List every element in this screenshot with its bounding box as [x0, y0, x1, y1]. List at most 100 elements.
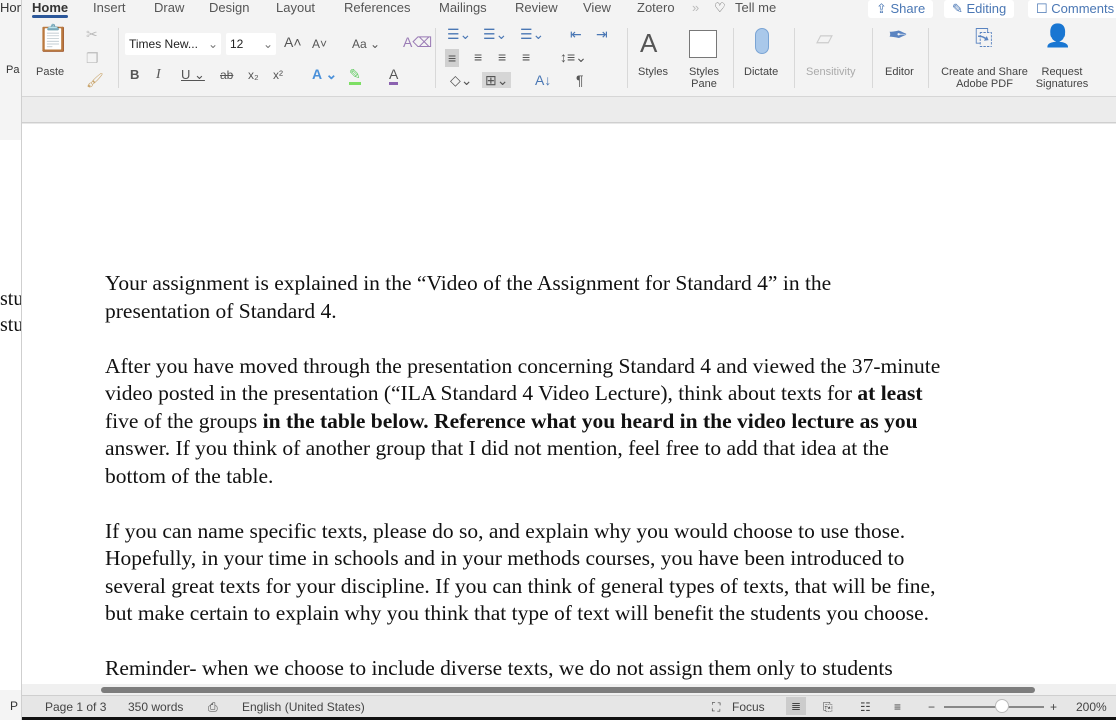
cut-icon[interactable]: ✂	[86, 26, 98, 42]
copy-icon[interactable]: ❐	[86, 50, 99, 66]
sensitivity-icon: ▱	[816, 25, 833, 50]
styles-pane-icon[interactable]	[689, 30, 717, 58]
tab-review[interactable]: Review	[515, 0, 558, 15]
text: five of the groups	[105, 408, 258, 433]
bullets-icon[interactable]: ☰⌄	[447, 26, 471, 42]
tell-me[interactable]: Tell me	[735, 0, 776, 15]
tab-mailings[interactable]: Mailings	[439, 0, 487, 15]
web-layout-icon[interactable]: ⎘	[823, 700, 833, 715]
share-label: Share	[890, 1, 926, 16]
tab-references[interactable]: References	[344, 0, 410, 15]
text-effects-icon[interactable]: A ⌄	[312, 66, 337, 82]
proofing-icon[interactable]: ⎙	[208, 700, 218, 715]
comments-button[interactable]: ☐ Comments	[1028, 0, 1116, 18]
font-name-value: Times New...	[129, 37, 198, 51]
font-size-value: 12	[230, 37, 244, 51]
focus-button[interactable]: Focus	[732, 700, 765, 714]
ribbon-tabs: Home Insert Draw Design Layout Reference…	[22, 0, 1116, 18]
italic-button[interactable]: I	[156, 67, 161, 83]
adobe-pdf-icon[interactable]: ⎘	[975, 27, 993, 49]
clear-formatting-icon[interactable]: A⌫	[403, 34, 432, 50]
underline-button[interactable]: U ⌄	[181, 67, 205, 83]
styles-label[interactable]: Styles	[638, 66, 668, 78]
paste-icon[interactable]: 📋	[37, 25, 69, 51]
align-left-button[interactable]: ≡	[445, 49, 460, 67]
request-signatures-icon[interactable]: 👤	[1044, 25, 1071, 47]
editor-icon[interactable]: ✒	[888, 24, 908, 48]
subscript-button[interactable]: x₂	[248, 67, 259, 83]
font-color-icon[interactable]: A	[389, 66, 399, 85]
print-layout-icon[interactable]: ≣	[786, 697, 807, 715]
text-line: bottom of the table.	[105, 463, 274, 488]
editor-label[interactable]: Editor	[885, 66, 914, 78]
sort-icon[interactable]: A↓	[535, 72, 551, 88]
line-spacing-icon[interactable]: ↕≡⌄	[560, 49, 587, 65]
microphone-icon[interactable]	[755, 28, 769, 54]
grow-font-icon[interactable]: A˄	[284, 34, 302, 50]
language[interactable]: English (United States)	[242, 700, 365, 714]
draft-icon[interactable]: ≡	[894, 700, 901, 714]
justify-button[interactable]: ≡	[522, 49, 530, 65]
document-page[interactable]: Your assignment is explained in the “Vid…	[22, 124, 1116, 684]
text-line: Reminder- when we choose to include dive…	[105, 656, 893, 680]
zoom-out-icon[interactable]: −	[928, 700, 935, 714]
show-paragraph-marks-icon[interactable]: ¶	[576, 72, 584, 88]
zoom-slider-knob[interactable]	[995, 699, 1009, 713]
ribbon: 📋 Paste ✂ ❐ 🖌 Times New... ⌄ 12 ⌄ A˄ A˅ Aa…	[22, 18, 1116, 97]
align-right-button[interactable]: ≡	[498, 49, 506, 65]
scrollbar-thumb[interactable]	[101, 687, 1035, 693]
dictate-label[interactable]: Dictate	[744, 66, 778, 78]
tab-design[interactable]: Design	[209, 0, 249, 15]
page-count[interactable]: Page 1 of 3	[45, 700, 106, 714]
highlight-icon[interactable]: ✎	[349, 66, 361, 85]
comments-label: Comments	[1051, 1, 1115, 16]
bg-tab: Hor	[0, 0, 21, 15]
superscript-button[interactable]: x²	[273, 67, 283, 83]
text-line: but make certain to explain why you thin…	[105, 601, 929, 625]
borders-icon[interactable]: ⊞⌄	[482, 72, 512, 88]
horizontal-scrollbar[interactable]	[22, 684, 1116, 695]
increase-indent-icon[interactable]: ⇥	[596, 26, 608, 42]
strikethrough-button[interactable]: ab	[220, 67, 233, 83]
text-line: video posted in the presentation (“ILA S…	[105, 380, 940, 408]
word-count[interactable]: 350 words	[128, 700, 183, 714]
text-line: If you can name specific texts, please d…	[105, 518, 906, 543]
text-line: Hopefully, in your time in schools and i…	[105, 546, 905, 570]
styles-pane-label[interactable]: Styles Pane	[686, 66, 722, 90]
focus-icon[interactable]: ⛶	[712, 700, 720, 715]
zoom-in-icon[interactable]: +	[1050, 700, 1057, 714]
text: video posted in the presentation (“ILA S…	[105, 381, 858, 405]
styles-icon[interactable]: A	[640, 28, 657, 58]
tab-draw[interactable]: Draw	[154, 0, 184, 15]
lightbulb-icon: ♡	[714, 0, 726, 15]
editing-button[interactable]: ✎ Editing	[944, 0, 1015, 18]
ruler-band	[22, 97, 1116, 123]
paragraph: Your assignment is explained in the “Vid…	[105, 270, 831, 325]
shrink-font-icon[interactable]: A˅	[312, 36, 327, 52]
share-button[interactable]: ⇪ Share	[868, 0, 934, 18]
decrease-indent-icon[interactable]: ⇤	[570, 26, 582, 42]
adobe-pdf-label[interactable]: Create and Share Adobe PDF	[937, 66, 1032, 90]
request-signatures-label[interactable]: Request Signatures	[1032, 66, 1092, 90]
bold-button[interactable]: B	[130, 67, 139, 83]
multilevel-list-icon[interactable]: ☰⌄	[520, 26, 544, 42]
sensitivity-label: Sensitivity	[806, 66, 856, 78]
font-name-select[interactable]: Times New... ⌄	[125, 33, 221, 55]
more-tabs-icon[interactable]: »	[692, 0, 699, 15]
tab-zotero[interactable]: Zotero	[637, 0, 675, 15]
align-center-button[interactable]: ≡	[474, 49, 482, 65]
tab-view[interactable]: View	[583, 0, 611, 15]
shading-icon[interactable]: ◇⌄	[450, 72, 473, 88]
paste-label: Paste	[36, 66, 65, 78]
zoom-slider[interactable]	[944, 706, 1044, 708]
tab-insert[interactable]: Insert	[93, 0, 126, 15]
change-case-icon[interactable]: Aa ⌄	[352, 36, 380, 52]
outline-icon[interactable]: ☷	[860, 700, 871, 714]
zoom-level[interactable]: 200%	[1076, 700, 1107, 714]
paragraph: After you have moved through the present…	[105, 353, 940, 491]
tab-home[interactable]: Home	[32, 0, 69, 18]
numbering-icon[interactable]: ☰⌄	[483, 26, 507, 42]
font-size-select[interactable]: 12 ⌄	[226, 33, 276, 55]
format-painter-icon[interactable]: 🖌	[86, 72, 104, 88]
tab-layout[interactable]: Layout	[276, 0, 315, 15]
